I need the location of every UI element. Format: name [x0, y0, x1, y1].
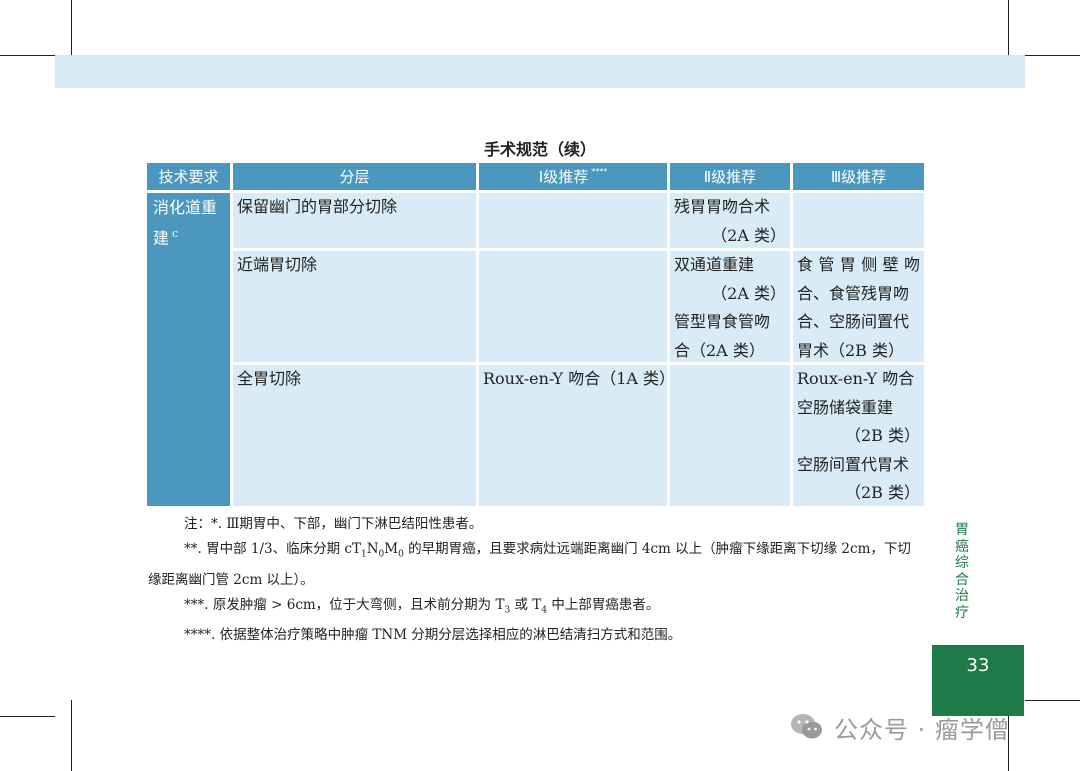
stratum-text: 保留幽门的胃部分切除	[237, 197, 398, 216]
note-3: ***. 原发肿瘤 > 6cm，位于大弯侧，且术前分期为 T3 或 T4 中上部…	[184, 596, 660, 616]
stratum-text: 近端胃切除	[237, 255, 318, 274]
header-level1-label: Ⅰ级推荐	[538, 168, 589, 186]
header-tech-requirement: 技术要求	[147, 163, 230, 190]
level3-line: 空肠储袋重建	[797, 397, 894, 417]
cell-level2	[670, 365, 790, 506]
level3-line: （2B 类）	[844, 483, 920, 502]
cell-level3: 食管胃侧壁吻 合、食管残胃吻 合、空肠间置代 胃术（2B 类）	[793, 251, 924, 362]
level3-line: （2B 类）	[844, 426, 920, 445]
cell-level1	[479, 251, 667, 362]
crop-mark	[0, 716, 55, 717]
note-1: 注：*. Ⅲ期胃中、下部，幽门下淋巴结阳性患者。	[184, 516, 483, 532]
header-level1-sup: ****	[591, 167, 608, 176]
cell-level2: 残胃胃吻合术 （2A 类）	[670, 193, 790, 248]
stratum-text: 全胃切除	[237, 369, 302, 388]
level2-line: （2A 类）	[711, 225, 786, 245]
cell-stratum: 全胃切除	[233, 365, 476, 506]
header-level1: Ⅰ级推荐 ****	[479, 163, 667, 190]
level3-line: 空肠间置代胃术	[797, 454, 910, 474]
crop-mark	[0, 55, 55, 56]
note-4: ****. 依据整体治疗策略中肿瘤 TNM 分期分层选择相应的淋巴结清扫方式和范…	[184, 627, 682, 644]
level2-line: 合（2A 类）	[674, 340, 765, 360]
table-title: 手术规范（续）	[483, 140, 596, 159]
cell-level1: Roux-en-Y 吻合（1A 类）	[479, 365, 676, 506]
header-band	[55, 55, 1025, 88]
level2-line: 双通道重建	[674, 255, 755, 274]
surgery-table: 技术要求 分层 Ⅰ级推荐 **** Ⅱ级推荐 Ⅲ级推荐 消化道重 建c 保留幽门的…	[147, 163, 924, 506]
table-notes: 注：*. Ⅲ期胃中、下部，幽门下淋巴结阳性患者。 **. 胃中部 1/3、临床分…	[148, 512, 923, 648]
level3-line: 合、空肠间置代	[797, 312, 910, 331]
row-head-line1: 消化道重	[153, 198, 218, 217]
level2-line: （2A 类）	[711, 283, 786, 303]
cell-stratum: 保留幽门的胃部分切除	[233, 193, 476, 248]
page-number: 33	[932, 645, 1024, 716]
watermark-text: 公众号 · 瘤学僧	[834, 715, 1010, 744]
header-level2: Ⅱ级推荐	[670, 163, 790, 190]
row-head-digestive-reconstruction: 消化道重 建c	[147, 193, 230, 506]
crop-mark	[1025, 55, 1080, 56]
header-stratum: 分层	[233, 163, 476, 190]
crop-mark	[1008, 0, 1009, 57]
header-level3: Ⅲ级推荐	[793, 163, 924, 190]
chapter-side-label: 胃癌综合治疗	[955, 522, 969, 621]
level3-line: 胃术（2B 类）	[797, 340, 905, 360]
level1-line: Roux-en-Y 吻合（1A 类）	[483, 369, 676, 388]
row-head-sup: c	[172, 227, 179, 240]
level2-line: 残胃胃吻合术	[674, 197, 771, 216]
wechat-icon	[791, 714, 822, 739]
watermark: 公众号 · 瘤学僧	[790, 707, 1010, 747]
cell-level2: 双通道重建 （2A 类） 管型胃食管吻 合（2A 类）	[670, 251, 790, 362]
level2-line: 管型胃食管吻	[674, 312, 771, 331]
cell-level3	[793, 193, 924, 248]
crop-mark	[71, 700, 72, 771]
note-2: **. 胃中部 1/3、临床分期 cT1N0M0 的早期胃癌，且要求病灶远端距离…	[148, 541, 911, 588]
level3-line: 食管胃侧壁吻	[797, 255, 920, 274]
row-head-line2: 建	[153, 228, 170, 248]
cell-level3: Roux-en-Y 吻合 空肠储袋重建 （2B 类） 空肠间置代胃术 （2B 类…	[793, 365, 924, 506]
crop-mark	[1025, 700, 1080, 701]
crop-mark	[71, 0, 72, 57]
cell-level1	[479, 193, 667, 248]
level3-line: Roux-en-Y 吻合	[797, 369, 915, 388]
cell-stratum: 近端胃切除	[233, 251, 476, 362]
level3-line: 合、食管残胃吻	[797, 283, 910, 303]
